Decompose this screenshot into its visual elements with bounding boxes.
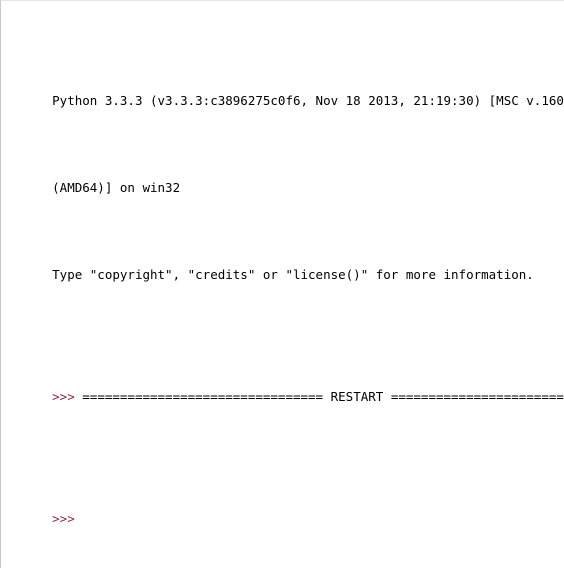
restart-banner-text: ================================ RESTART…	[82, 388, 564, 404]
banner-line: (AMD64)] on win32	[7, 162, 564, 214]
banner-text: Python 3.3.3 (v3.3.3:c3896275c0f6, Nov 1…	[52, 93, 564, 109]
banner-line: Type "copyright", "credits" or "license(…	[7, 249, 564, 301]
prompt-marker: >>>	[52, 388, 75, 404]
python-idle-shell-window[interactable]: Python 3.3.3 (v3.3.3:c3896275c0f6, Nov 1…	[0, 0, 564, 568]
banner-text: Type "copyright", "credits" or "license(…	[52, 267, 534, 283]
banner-line: Python 3.3.3 (v3.3.3:c3896275c0f6, Nov 1…	[7, 75, 564, 127]
shell-output-area[interactable]: Python 3.3.3 (v3.3.3:c3896275c0f6, Nov 1…	[1, 1, 564, 568]
prompt-marker: >>>	[52, 510, 75, 526]
banner-text: (AMD64)] on win32	[52, 180, 181, 196]
restart-line: >>> ================================ RES…	[7, 371, 564, 423]
prompt-line: >>>	[7, 492, 564, 544]
